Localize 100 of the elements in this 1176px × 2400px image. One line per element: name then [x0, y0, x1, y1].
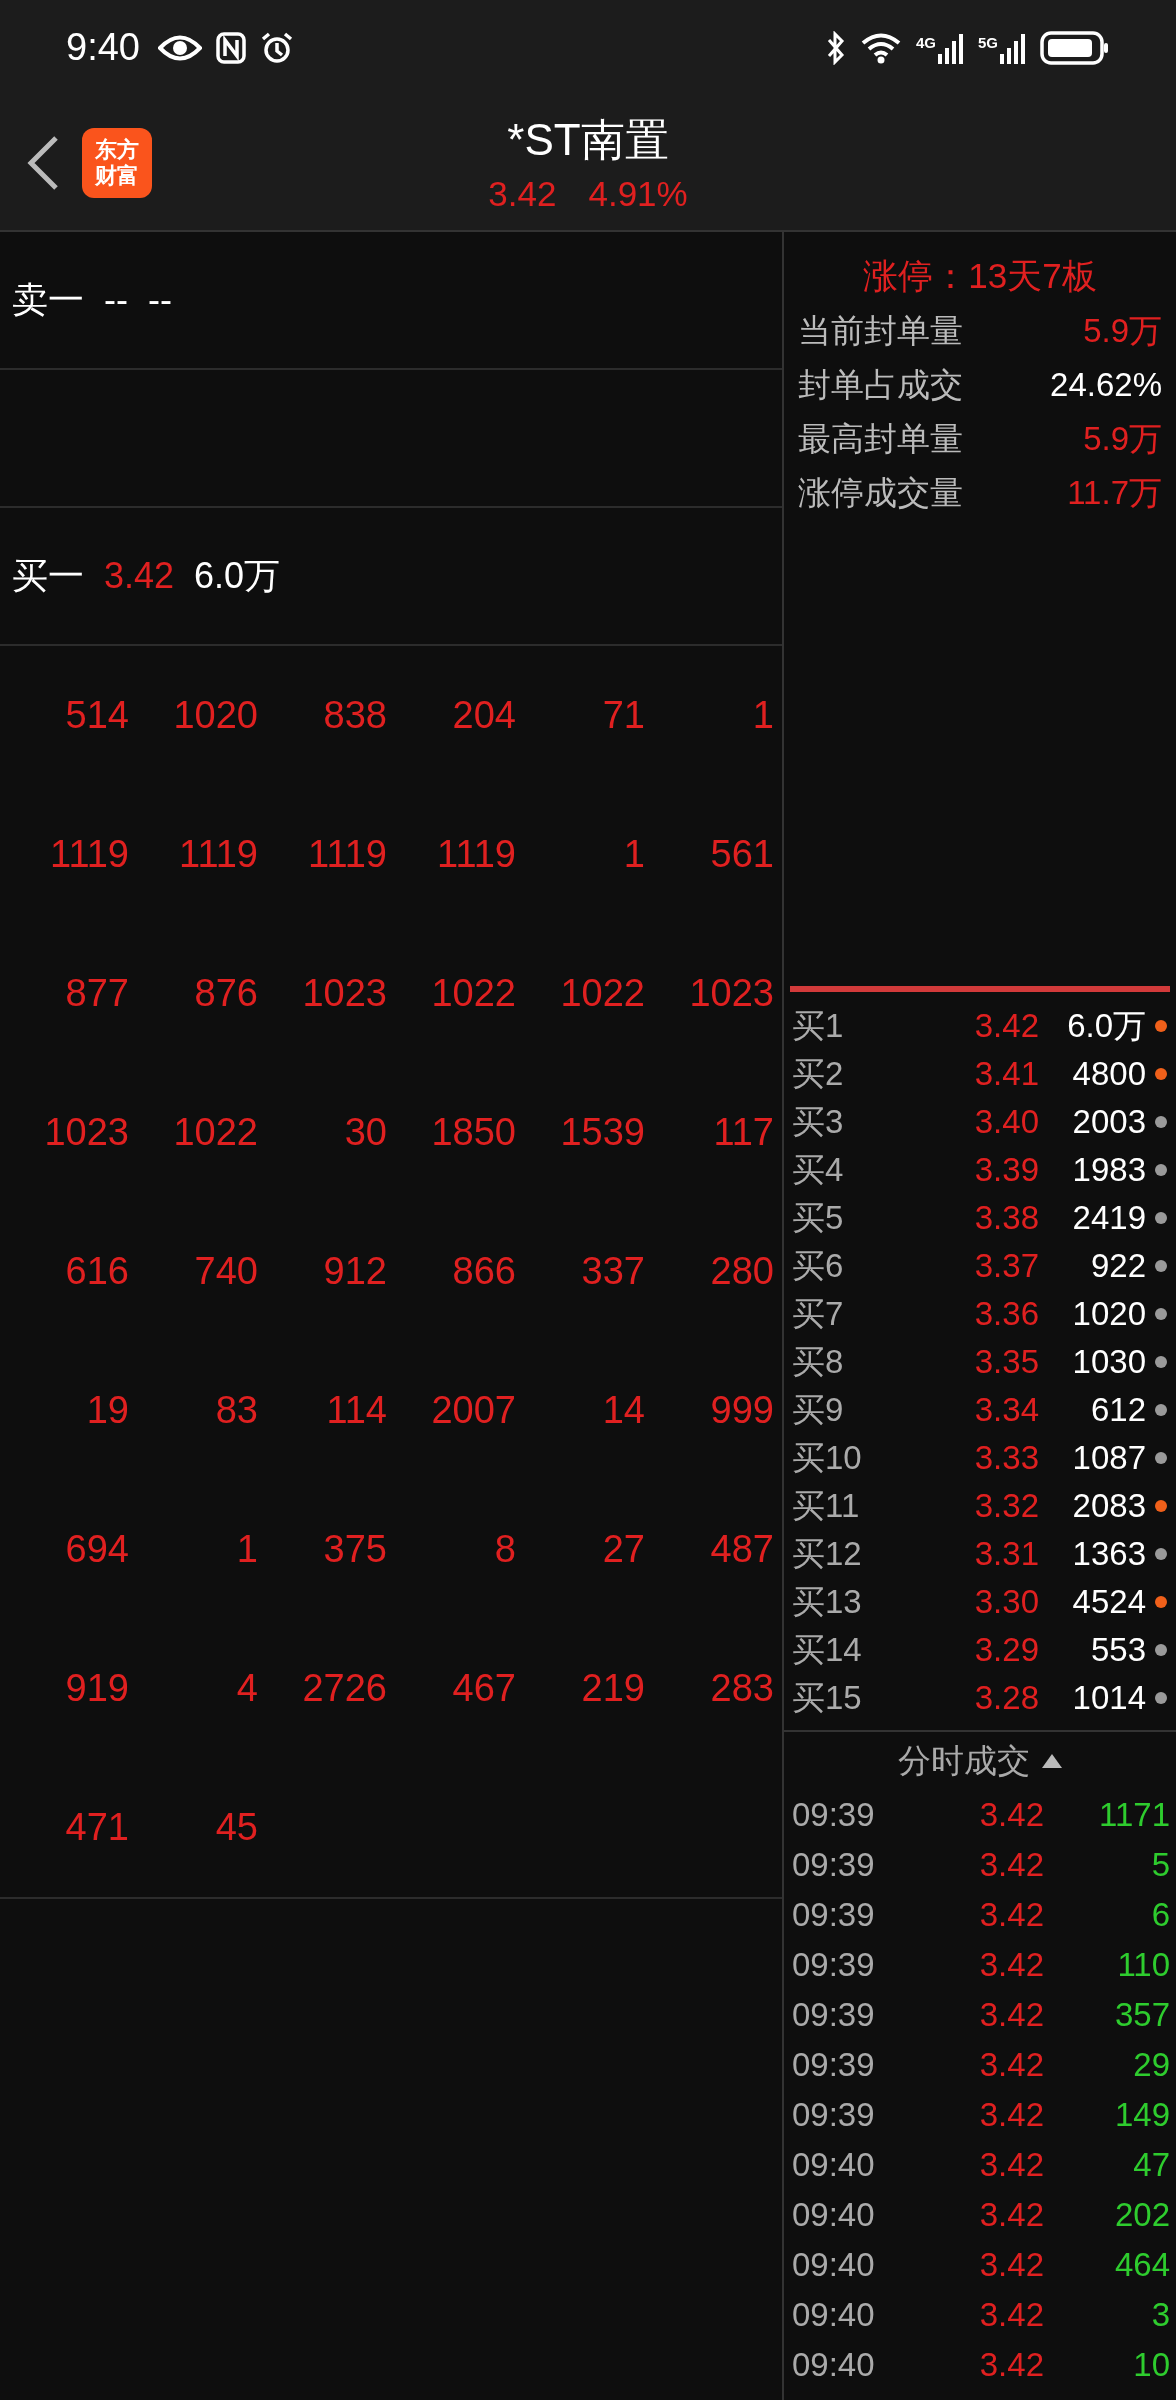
bid-level-label: 买7 [792, 1293, 845, 1334]
trade-time: 09:39 [792, 1896, 876, 1934]
queue-order-volume: 876 [194, 972, 258, 1015]
queue-order-volume: 71 [602, 694, 645, 737]
bid-price: 3.38 [974, 1199, 1039, 1237]
queue-order-volume: 1022 [173, 1111, 258, 1154]
bid-level-label: 买13 [792, 1581, 863, 1622]
wifi-icon [859, 31, 902, 64]
bid-level-label: 买10 [792, 1437, 863, 1478]
bid-price: 3.33 [974, 1439, 1039, 1477]
queue-order-volume: 8 [494, 1528, 516, 1571]
trade-volume: 202 [1114, 2196, 1170, 2234]
bid-level-label: 买9 [792, 1389, 845, 1430]
queue-order-volume: 280 [710, 1250, 774, 1293]
queue-order-volume: 1023 [302, 972, 387, 1015]
trade-price: 3.42 [979, 1946, 1044, 1984]
queue-order-volume: 337 [581, 1250, 645, 1293]
trade-price: 3.42 [979, 2296, 1044, 2334]
change-percent: 4.91% [588, 174, 688, 214]
bid-price: 3.36 [974, 1295, 1039, 1333]
queue-order-volume: 616 [65, 1250, 129, 1293]
stock-name: *ST南置 [507, 114, 669, 166]
queue-order-volume: 30 [344, 1111, 387, 1154]
bid-price: 3.31 [974, 1535, 1039, 1573]
trade-price: 3.42 [979, 2146, 1044, 2184]
bid-volume: 1087 [1072, 1439, 1146, 1477]
network-type-label: 4G [915, 33, 936, 51]
bid-volume: 1363 [1072, 1535, 1146, 1573]
queue-order-volume: 912 [323, 1250, 387, 1293]
bid-price: 3.29 [974, 1631, 1039, 1669]
stat-label: 涨停成交量 [798, 472, 963, 513]
queue-order-volume: 1119 [179, 833, 258, 876]
queue-order-volume: 919 [65, 1667, 129, 1710]
queue-order-volume: 117 [713, 1111, 774, 1154]
bid-price: 3.42 [104, 555, 175, 597]
bid-volume: 4524 [1072, 1583, 1146, 1621]
bid-level-label: 买4 [792, 1149, 845, 1190]
bid-price: 3.37 [974, 1247, 1039, 1285]
ask-volume: -- [148, 279, 172, 321]
trade-volume: 29 [1133, 2046, 1170, 2084]
battery-icon [1040, 30, 1110, 65]
trade-volume: 357 [1114, 1996, 1170, 2034]
trade-time: 09:39 [792, 1796, 876, 1834]
bid-level-label: 买15 [792, 1677, 863, 1718]
bid-level-label: 买一 [12, 553, 84, 598]
queue-order-volume: 471 [65, 1806, 129, 1849]
stat-value: 24.62% [1050, 366, 1162, 404]
queue-order-volume: 514 [65, 694, 129, 737]
queue-order-volume: 375 [323, 1528, 387, 1571]
queue-order-volume: 694 [65, 1528, 129, 1571]
back-icon[interactable] [26, 134, 60, 191]
ask-price: -- [104, 279, 128, 321]
queue-order-volume: 2007 [431, 1389, 516, 1432]
trade-time: 09:39 [792, 1846, 876, 1884]
signal-bars-icon [938, 31, 964, 64]
queue-order-volume: 19 [86, 1389, 129, 1432]
trade-price: 3.42 [979, 2346, 1044, 2384]
trade-time: 09:39 [792, 2096, 876, 2134]
queue-order-volume: 4 [236, 1667, 258, 1710]
trade-volume: 1171 [1099, 1796, 1170, 1834]
queue-order-volume: 740 [194, 1250, 258, 1293]
last-price: 3.42 [488, 174, 557, 214]
stat-value: 11.7万 [1067, 472, 1162, 513]
queue-order-volume: 283 [710, 1667, 774, 1710]
queue-order-volume: 1022 [560, 972, 645, 1015]
trade-volume: 5 [1151, 1846, 1170, 1884]
queue-order-volume: 1023 [689, 972, 774, 1015]
network-type-label: 5G [978, 33, 998, 51]
bid-price: 3.34 [974, 1391, 1039, 1429]
queue-order-volume: 45 [215, 1806, 258, 1849]
signal-bars-icon [1000, 31, 1026, 64]
queue-order-volume: 1119 [50, 833, 129, 876]
trade-time: 09:39 [792, 1996, 876, 2034]
bluetooth-icon [825, 30, 846, 65]
bid-level-label: 买11 [792, 1485, 861, 1526]
stat-label: 当前封单量 [798, 310, 963, 351]
queue-order-volume: 1020 [173, 694, 258, 737]
stat-label: 封单占成交 [798, 364, 963, 405]
queue-order-volume: 1 [236, 1528, 258, 1571]
trade-time: 09:40 [792, 2346, 876, 2384]
bid-volume: 6.0万 [194, 553, 281, 598]
trade-time: 09:40 [792, 2146, 876, 2184]
trade-volume: 149 [1114, 2096, 1170, 2134]
trade-volume: 47 [1133, 2146, 1170, 2184]
triangle-up-icon[interactable] [1042, 1754, 1062, 1768]
bid-price: 3.42 [974, 1007, 1039, 1045]
queue-order-volume: 877 [65, 972, 129, 1015]
trade-price: 3.42 [979, 1896, 1044, 1934]
ask-level-label: 卖一 [12, 277, 84, 322]
trade-time: 09:40 [792, 2196, 876, 2234]
stat-value: 5.9万 [1083, 310, 1162, 351]
bid-level-label: 买12 [792, 1533, 863, 1574]
trade-price: 3.42 [979, 1796, 1044, 1834]
bid-volume: 1030 [1072, 1343, 1146, 1381]
bid-price: 3.30 [974, 1583, 1039, 1621]
bid-volume: 2003 [1072, 1103, 1146, 1141]
queue-order-volume: 1850 [431, 1111, 516, 1154]
queue-order-volume: 1023 [44, 1111, 129, 1154]
bid-level-label: 买14 [792, 1629, 863, 1670]
stat-value: 5.9万 [1083, 418, 1162, 459]
